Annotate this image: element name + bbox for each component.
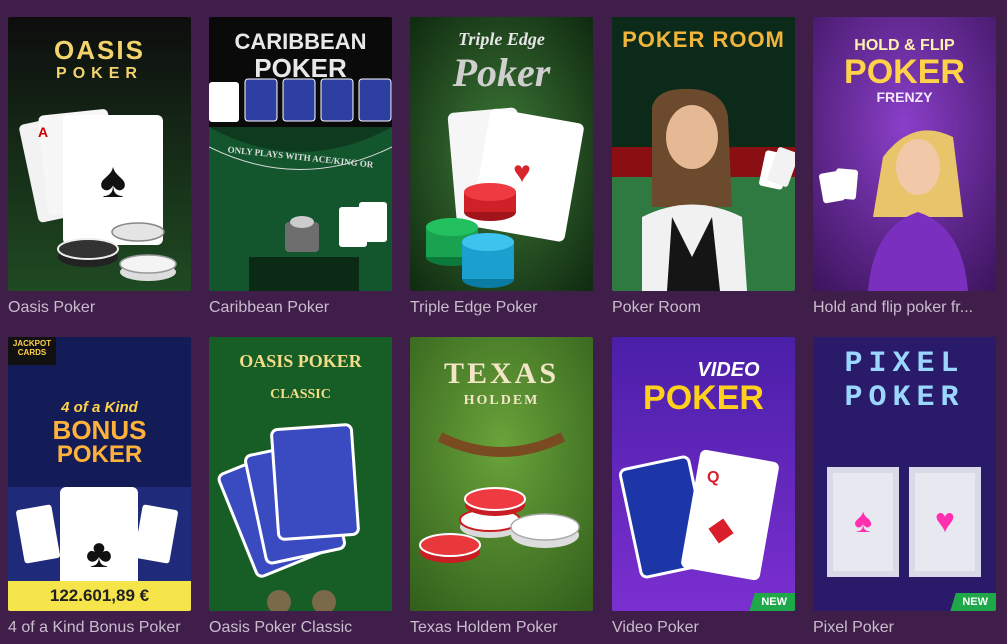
- game-thumbnail[interactable]: ♣ JACKPOT CARDS 4 of a Kind BONUS POKER …: [8, 337, 191, 611]
- game-card-oasis-poker[interactable]: ♠ A OASIS POKER Oasis Poker: [8, 17, 191, 317]
- game-card-texas-holdem-poker[interactable]: TEXAS HOLDEM Texas Holdem Poker: [410, 337, 593, 637]
- game-logo-line2: POKER: [844, 53, 965, 91]
- svg-text:Q: Q: [707, 469, 719, 486]
- game-logo-line3: FRENZY: [876, 89, 933, 105]
- new-badge: NEW: [749, 593, 795, 611]
- game-card-video-poker[interactable]: Q VIDEO POKER NEW Video Poker: [612, 337, 795, 637]
- game-logo-line1: POKER ROOM: [622, 27, 785, 52]
- game-card-hold-and-flip[interactable]: HOLD & FLIP POKER FRENZY Hold and flip p…: [813, 17, 996, 317]
- game-thumbnail[interactable]: OASIS POKER CLASSIC: [209, 337, 392, 611]
- game-logo-line1: OASIS: [54, 35, 145, 65]
- game-thumbnail[interactable]: ♥ Triple Edge Poker: [410, 17, 593, 291]
- game-logo-line2: POKER: [254, 53, 347, 83]
- game-thumbnail[interactable]: POKER ROOM: [612, 17, 795, 291]
- game-thumbnail[interactable]: ♠ A OASIS POKER: [8, 17, 191, 291]
- game-title[interactable]: Texas Holdem Poker: [410, 619, 593, 637]
- game-thumbnail[interactable]: ♠ ♥ PIXEL POKER NEW: [813, 337, 996, 611]
- game-title[interactable]: Caribbean Poker: [209, 299, 392, 317]
- jackpot-amount: 122.601,89 €: [8, 581, 191, 611]
- game-thumbnail[interactable]: Q VIDEO POKER NEW: [612, 337, 795, 611]
- game-thumbnail[interactable]: HOLD & FLIP POKER FRENZY: [813, 17, 996, 291]
- game-thumbnail[interactable]: CARIBBEAN POKER ONLY PLAYS WITH ACE/KING…: [209, 17, 392, 291]
- game-logo-line1: TEXAS: [443, 357, 560, 390]
- game-logo-line2: POKER: [643, 379, 764, 417]
- game-title[interactable]: Oasis Poker: [8, 299, 191, 317]
- game-logo-line2: POKER: [844, 381, 965, 415]
- game-logo-line2: Poker: [452, 50, 551, 95]
- new-badge: NEW: [950, 593, 996, 611]
- svg-text:♥: ♥: [935, 502, 955, 540]
- game-title[interactable]: Triple Edge Poker: [410, 299, 593, 317]
- game-title[interactable]: Video Poker: [612, 619, 795, 637]
- game-logo-line1: 4 of a Kind: [61, 399, 138, 416]
- game-card-triple-edge-poker[interactable]: ♥ Triple Edge Poker Triple Edge Poker: [410, 17, 593, 317]
- game-card-4-of-a-kind-bonus-poker[interactable]: ♣ JACKPOT CARDS 4 of a Kind BONUS POKER …: [8, 337, 191, 637]
- game-logo-line1: PIXEL: [844, 347, 965, 381]
- svg-text:♥: ♥: [513, 156, 531, 189]
- game-logo-line2: HOLDEM: [463, 393, 540, 408]
- game-card-pixel-poker[interactable]: ♠ ♥ PIXEL POKER NEW Pixel Poker: [813, 337, 996, 637]
- svg-text:♣: ♣: [86, 532, 112, 576]
- game-card-oasis-poker-classic[interactable]: OASIS POKER CLASSIC Oasis Poker Classic: [209, 337, 392, 637]
- svg-text:♠: ♠: [854, 502, 872, 540]
- svg-text:A: A: [38, 124, 48, 140]
- game-title[interactable]: Pixel Poker: [813, 619, 996, 637]
- game-title[interactable]: Hold and flip poker fr...: [813, 299, 996, 317]
- game-logo-line3: POKER: [56, 441, 143, 468]
- game-logo-line1: OASIS POKER: [239, 351, 362, 371]
- game-title[interactable]: Oasis Poker Classic: [209, 619, 392, 637]
- svg-text:♠: ♠: [100, 152, 127, 208]
- game-title[interactable]: Poker Room: [612, 299, 795, 317]
- game-logo-line1: Triple Edge: [458, 29, 545, 49]
- jackpot-cards-label: JACKPOT CARDS: [12, 339, 52, 357]
- game-grid: ♠ A OASIS POKER Oasis Poker CARIBBEAN PO…: [0, 0, 1007, 644]
- game-logo-line2: POKER: [56, 65, 143, 82]
- game-thumbnail[interactable]: TEXAS HOLDEM: [410, 337, 593, 611]
- game-logo-line2: CLASSIC: [270, 387, 331, 402]
- game-card-poker-room[interactable]: POKER ROOM Poker Room: [612, 17, 795, 317]
- game-card-caribbean-poker[interactable]: CARIBBEAN POKER ONLY PLAYS WITH ACE/KING…: [209, 17, 392, 317]
- game-title[interactable]: 4 of a Kind Bonus Poker: [8, 619, 191, 637]
- game-logo-line1: CARIBBEAN: [234, 29, 367, 54]
